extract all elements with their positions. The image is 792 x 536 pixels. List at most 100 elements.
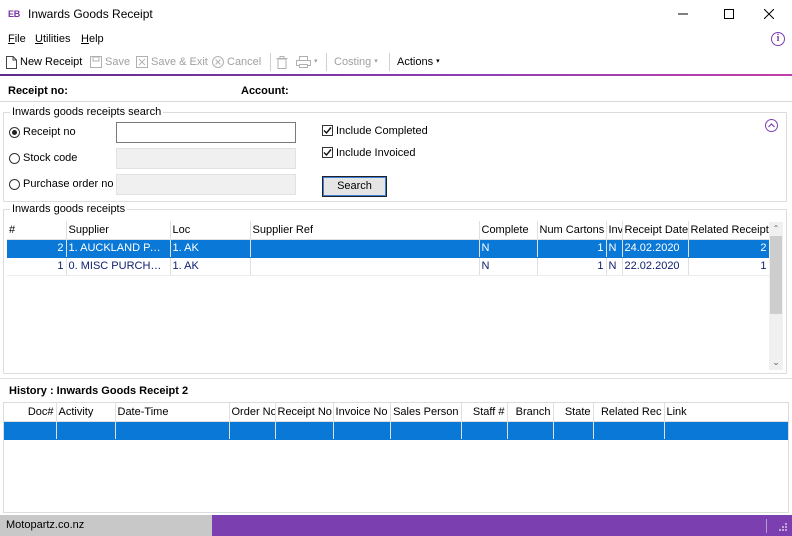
- stock-code-radio[interactable]: [9, 153, 20, 164]
- cell-receipt-date: 24.02.2020: [622, 239, 689, 258]
- search-button[interactable]: Search: [322, 176, 387, 197]
- cell-complete: N: [479, 257, 538, 276]
- collapse-up-icon[interactable]: [765, 119, 778, 132]
- col-header-related-rec[interactable]: Related Rec: [593, 403, 665, 422]
- purchase-order-input[interactable]: [116, 174, 296, 195]
- col-header-activity[interactable]: Activity: [56, 403, 116, 422]
- table-row[interactable]: 2 1. AUCKLAND PART... 1. AK N 1 N 24.02.…: [7, 239, 769, 258]
- receipt-no-option-label: Receipt no: [23, 126, 76, 138]
- scroll-thumb[interactable]: [770, 236, 782, 314]
- col-header-doc[interactable]: Doc#: [4, 403, 57, 422]
- new-receipt-button[interactable]: New Receipt: [6, 53, 82, 71]
- chevron-down-icon: ▾: [374, 58, 378, 65]
- include-invoiced-checkbox[interactable]: [322, 147, 333, 158]
- window-title: Inwards Goods Receipt: [28, 7, 153, 21]
- col-header-num-cartons[interactable]: Num Cartons: [537, 221, 607, 240]
- cell-complete: N: [479, 239, 538, 258]
- checkmark-icon: [323, 127, 332, 135]
- costing-button[interactable]: Costing ▾: [334, 53, 378, 71]
- chevron-down-icon: ▾: [314, 58, 318, 65]
- minimize-button[interactable]: [660, 0, 706, 28]
- cell-num: 2: [7, 239, 67, 258]
- info-icon[interactable]: i: [771, 32, 785, 46]
- purchase-order-option-label: Purchase order no: [23, 178, 114, 190]
- col-header-state[interactable]: State: [553, 403, 594, 422]
- account-label: Account:: [241, 85, 289, 97]
- table-row[interactable]: [4, 421, 788, 440]
- col-header-complete[interactable]: Complete: [479, 221, 538, 240]
- receipt-no-label: Receipt no:: [8, 85, 68, 97]
- cell-inv: N: [606, 239, 623, 258]
- cell-related-receipt: 2: [688, 239, 769, 258]
- cell-loc: 1. AK: [170, 257, 251, 276]
- cancel-label: Cancel: [227, 56, 262, 68]
- col-header-supplier[interactable]: Supplier: [66, 221, 171, 240]
- cell-loc: 1. AK: [170, 239, 251, 258]
- col-header-num[interactable]: #: [7, 221, 67, 240]
- save-label: Save: [105, 56, 131, 68]
- receipts-grid: # Supplier Loc Supplier Ref Complete Num…: [7, 221, 769, 371]
- cell-supplier: 1. AUCKLAND PART...: [66, 239, 171, 258]
- purchase-order-radio[interactable]: [9, 179, 20, 190]
- cell-num-cartons: 1: [537, 257, 607, 276]
- print-button[interactable]: ▾: [296, 53, 318, 71]
- history-title: History : Inwards Goods Receipt 2: [9, 385, 189, 397]
- col-header-supplier-ref[interactable]: Supplier Ref: [250, 221, 480, 240]
- menu-help[interactable]: Help: [81, 32, 104, 46]
- new-receipt-label: New Receipt: [20, 56, 83, 68]
- save-button[interactable]: Save: [90, 53, 130, 71]
- stock-code-option-label: Stock code: [23, 152, 78, 164]
- menu-file[interactable]: File: [8, 32, 26, 46]
- col-header-related-receipt[interactable]: Related Receipt: [688, 221, 769, 240]
- cell-supplier-ref: [250, 239, 480, 258]
- col-header-sales-person[interactable]: Sales Person: [390, 403, 462, 422]
- col-header-inv[interactable]: Inv: [606, 221, 623, 240]
- col-header-staff[interactable]: Staff #: [461, 403, 508, 422]
- cell-supplier: 0. MISC PURCHASES: [66, 257, 171, 276]
- cancel-button[interactable]: Cancel: [212, 53, 261, 71]
- app-logo: EB: [8, 9, 20, 19]
- save-exit-button[interactable]: Save & Exit: [136, 53, 208, 71]
- include-completed-checkbox[interactable]: [322, 125, 333, 136]
- col-header-branch[interactable]: Branch: [507, 403, 554, 422]
- col-header-receipt-no[interactable]: Receipt No: [275, 403, 334, 422]
- minimize-icon: [678, 13, 688, 15]
- actions-button[interactable]: Actions ▾: [397, 53, 440, 71]
- receipts-header-row: # Supplier Loc Supplier Ref Complete Num…: [7, 221, 769, 240]
- resize-grip-icon[interactable]: [778, 522, 788, 532]
- scroll-down-icon[interactable]: ⌄: [770, 356, 782, 368]
- col-header-order-no[interactable]: Order No: [229, 403, 276, 422]
- menu-utilities[interactable]: Utilities: [35, 32, 70, 46]
- col-header-invoice-no[interactable]: Invoice No: [333, 403, 391, 422]
- receipts-group-title: Inwards goods receipts: [10, 203, 128, 215]
- receipt-no-radio[interactable]: [9, 127, 20, 138]
- menu-bar: [0, 29, 792, 49]
- col-header-date-time[interactable]: Date-Time: [115, 403, 230, 422]
- scroll-up-icon[interactable]: ⌃: [770, 223, 782, 235]
- table-row[interactable]: 1 0. MISC PURCHASES 1. AK N 1 N 22.02.20…: [7, 257, 769, 276]
- new-document-icon: [6, 55, 17, 69]
- checkmark-icon: [323, 149, 332, 157]
- cell-supplier-ref: [250, 257, 480, 276]
- save-exit-label: Save & Exit: [151, 56, 208, 68]
- col-header-loc[interactable]: Loc: [170, 221, 251, 240]
- col-header-link[interactable]: Link: [664, 403, 788, 422]
- stock-code-input[interactable]: [116, 148, 296, 169]
- include-invoiced-label: Include Invoiced: [336, 147, 416, 159]
- save-icon: [90, 56, 102, 68]
- receipt-no-input[interactable]: [116, 122, 296, 143]
- include-completed-label: Include Completed: [336, 125, 428, 137]
- history-header-row: Doc# Activity Date-Time Order No Receipt…: [4, 403, 788, 422]
- toolbar-separator: [326, 53, 327, 71]
- cell-receipt-date: 22.02.2020: [622, 257, 689, 276]
- col-header-receipt-date[interactable]: Receipt Date: [622, 221, 689, 240]
- close-button[interactable]: [746, 0, 792, 28]
- cell-related-receipt: 1: [688, 257, 769, 276]
- cell-num-cartons: 1: [537, 239, 607, 258]
- save-exit-icon: [136, 56, 148, 68]
- trash-icon: [276, 55, 288, 69]
- delete-button[interactable]: [276, 53, 288, 71]
- accent-divider: [0, 74, 792, 76]
- header-divider: [0, 101, 792, 102]
- toolbar-separator: [389, 53, 390, 71]
